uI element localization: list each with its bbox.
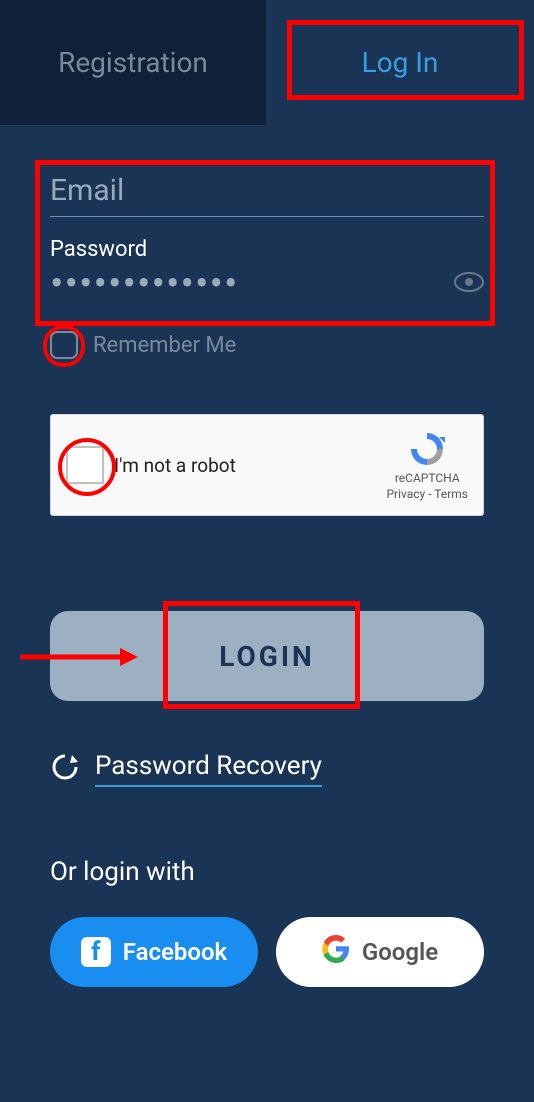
tab-registration-label: Registration: [58, 46, 208, 79]
password-field[interactable]: •••••••••••••: [50, 274, 238, 294]
recaptcha-icon: [407, 429, 447, 469]
password-label: Password: [50, 237, 484, 262]
social-login-row: f Facebook Google: [50, 917, 484, 987]
facebook-icon: f: [81, 937, 111, 967]
password-row: •••••••••••••: [50, 272, 484, 296]
login-form: Password ••••••••••••• Remember Me I'm n…: [0, 165, 534, 987]
recaptcha-checkbox[interactable]: [66, 446, 104, 484]
recaptcha-branding: reCAPTCHA Privacy - Terms: [386, 429, 468, 501]
recovery-row: Password Recovery: [50, 751, 484, 787]
google-login-button[interactable]: Google: [276, 917, 484, 987]
recaptcha-brand-label: reCAPTCHA: [395, 471, 460, 485]
recaptcha-links[interactable]: Privacy - Terms: [386, 487, 468, 501]
auth-tabs: Registration Log In: [0, 0, 534, 125]
annotation-arrow-icon: [20, 646, 140, 668]
password-group: Password •••••••••••••: [50, 237, 484, 296]
login-button-wrap: LOGIN: [50, 611, 484, 701]
login-button-label: LOGIN: [219, 640, 315, 673]
remember-row: Remember Me: [50, 331, 484, 359]
remember-checkbox[interactable]: [50, 331, 78, 359]
recaptcha-text: I'm not a robot: [114, 454, 386, 477]
email-field[interactable]: [50, 165, 484, 217]
google-icon: [322, 935, 350, 969]
annotation-highlight-recaptcha-checkbox: [58, 438, 116, 496]
refresh-icon[interactable]: [50, 752, 80, 786]
remember-label: Remember Me: [93, 333, 236, 358]
recaptcha-widget: I'm not a robot reCAPTCHA Privacy - Term…: [50, 414, 484, 516]
tab-login[interactable]: Log In: [266, 0, 534, 125]
facebook-label: Facebook: [123, 938, 227, 966]
google-label: Google: [362, 938, 438, 966]
eye-icon[interactable]: [454, 272, 484, 296]
password-recovery-link[interactable]: Password Recovery: [95, 751, 322, 787]
email-group: [50, 165, 484, 217]
tab-registration[interactable]: Registration: [0, 0, 266, 125]
facebook-login-button[interactable]: f Facebook: [50, 917, 258, 987]
tab-login-label: Log In: [362, 46, 439, 79]
or-login-with-label: Or login with: [50, 857, 484, 887]
